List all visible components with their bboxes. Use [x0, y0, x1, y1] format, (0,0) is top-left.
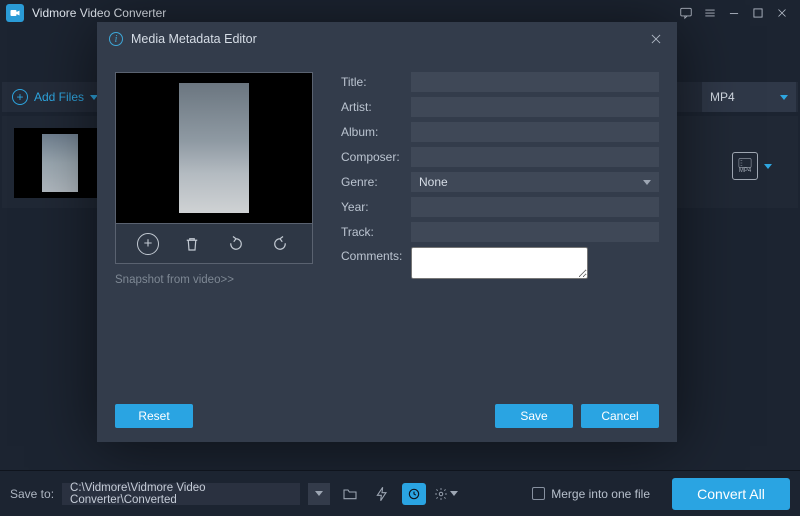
checkbox-icon: [532, 487, 545, 500]
year-field[interactable]: [411, 197, 659, 217]
file-thumbnail[interactable]: [14, 128, 106, 198]
reset-button[interactable]: Reset: [115, 404, 193, 428]
genre-select[interactable]: None: [411, 172, 659, 192]
metadata-editor-dialog: i Media Metadata Editor + Snapshot from …: [97, 22, 677, 442]
rotate-left-button[interactable]: [225, 233, 247, 255]
minimize-button[interactable]: [722, 1, 746, 25]
chevron-down-icon: [450, 491, 458, 496]
cover-tools: +: [115, 224, 313, 264]
settings-button[interactable]: [434, 483, 458, 505]
save-path-dropdown[interactable]: [308, 483, 330, 505]
item-format-text: MP4: [739, 168, 751, 174]
menu-icon[interactable]: [698, 1, 722, 25]
album-field[interactable]: [411, 122, 659, 142]
hardware-accel-off-button[interactable]: [370, 483, 394, 505]
high-speed-on-button[interactable]: [402, 483, 426, 505]
convert-all-button[interactable]: Convert All: [672, 478, 790, 510]
track-field[interactable]: [411, 222, 659, 242]
save-path-text: C:\Vidmore\Vidmore Video Converter\Conve…: [70, 482, 292, 506]
item-output-format-select[interactable]: MP4: [732, 152, 772, 180]
comments-field[interactable]: [411, 247, 588, 279]
composer-field[interactable]: [411, 147, 659, 167]
dialog-title: Media Metadata Editor: [131, 32, 257, 46]
snapshot-from-video-link[interactable]: Snapshot from video>>: [115, 274, 313, 286]
save-path-field[interactable]: C:\Vidmore\Vidmore Video Converter\Conve…: [62, 483, 300, 505]
save-button[interactable]: Save: [495, 404, 573, 428]
add-cover-button[interactable]: +: [137, 233, 159, 255]
app-logo: [6, 4, 24, 22]
output-format-select[interactable]: MP4: [702, 82, 796, 112]
dialog-header: i Media Metadata Editor: [97, 22, 677, 56]
rotate-right-button[interactable]: [269, 233, 291, 255]
info-icon: i: [109, 32, 123, 46]
maximize-button[interactable]: [746, 1, 770, 25]
year-label: Year:: [341, 200, 401, 214]
composer-label: Composer:: [341, 150, 401, 164]
title-label: Title:: [341, 75, 401, 89]
chevron-down-icon: [643, 180, 651, 185]
artist-label: Artist:: [341, 100, 401, 114]
merge-label: Merge into one file: [551, 487, 650, 501]
merge-checkbox[interactable]: Merge into one file: [532, 487, 650, 501]
delete-cover-button[interactable]: [181, 233, 203, 255]
close-button[interactable]: [770, 1, 794, 25]
genre-value: None: [419, 175, 448, 189]
open-folder-button[interactable]: [338, 483, 362, 505]
save-to-label: Save to:: [10, 487, 54, 501]
cancel-button[interactable]: Cancel: [581, 404, 659, 428]
add-files-label: Add Files: [34, 90, 84, 104]
genre-label: Genre:: [341, 175, 401, 189]
comments-label: Comments:: [341, 247, 401, 279]
dialog-close-button[interactable]: [647, 30, 665, 48]
artist-field[interactable]: [411, 97, 659, 117]
app-title: Vidmore Video Converter: [32, 6, 166, 20]
cover-preview[interactable]: [115, 72, 313, 224]
plus-circle-icon: +: [12, 89, 28, 105]
chevron-down-icon: [315, 491, 323, 496]
chevron-down-icon: [780, 95, 788, 100]
track-label: Track:: [341, 225, 401, 239]
thumbnail-column: + Snapshot from video>>: [115, 72, 313, 386]
title-field[interactable]: [411, 72, 659, 92]
footer-bar: Save to: C:\Vidmore\Vidmore Video Conver…: [0, 470, 800, 516]
album-label: Album:: [341, 125, 401, 139]
dialog-footer: Reset Save Cancel: [115, 402, 659, 430]
feedback-icon[interactable]: [674, 1, 698, 25]
chevron-down-icon: [764, 164, 772, 169]
output-format-label: MP4: [710, 90, 735, 104]
metadata-fields: Title: Artist: Album: Composer: Genre: N…: [341, 72, 659, 386]
add-files-button[interactable]: + Add Files: [12, 89, 98, 105]
format-file-icon: MP4: [732, 152, 758, 180]
